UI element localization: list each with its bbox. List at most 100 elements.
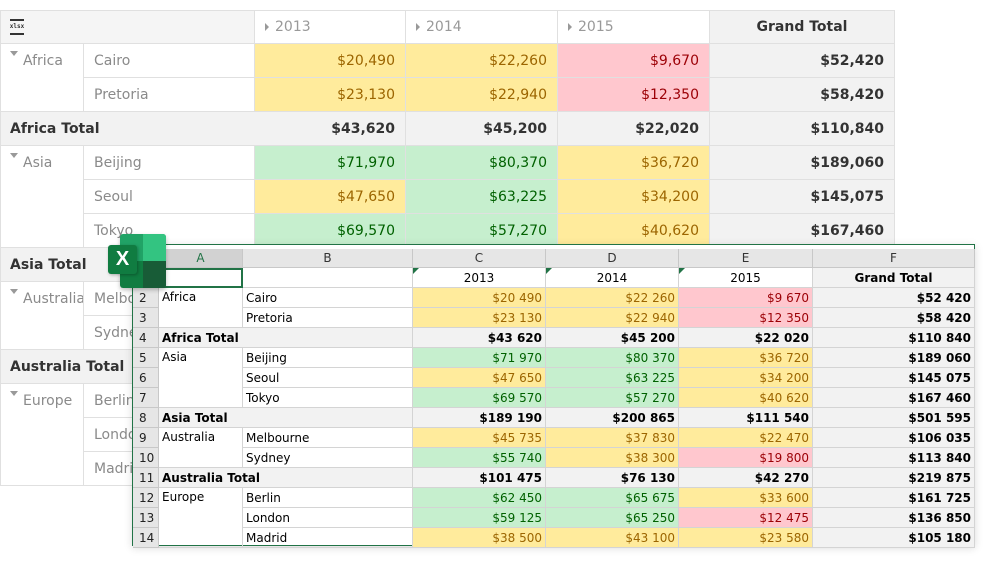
city-cell[interactable]: Sydney <box>243 448 413 468</box>
city-cell[interactable]: Berlin <box>243 488 413 508</box>
sales-cell[interactable]: $19 800 <box>679 448 813 468</box>
sales-cell[interactable]: $55 740 <box>413 448 546 468</box>
region-total-value[interactable]: $76 130 <box>546 468 679 488</box>
row-number[interactable]: 5 <box>133 348 159 368</box>
city-grand-total[interactable]: $167 460 <box>813 388 975 408</box>
row-number[interactable]: 2 <box>133 288 159 308</box>
city-cell[interactable]: Cairo <box>243 288 413 308</box>
region-total-value[interactable]: $101 475 <box>413 468 546 488</box>
row-number[interactable]: 3 <box>133 308 159 328</box>
header-cell[interactable]: 2015 <box>679 268 813 288</box>
row-number[interactable]: 11 <box>133 468 159 488</box>
city-grand-total[interactable]: $105 180 <box>813 528 975 548</box>
expand-arrow-icon[interactable] <box>416 23 420 31</box>
sales-cell[interactable]: $22 940 <box>546 308 679 328</box>
sales-cell[interactable]: $12 475 <box>679 508 813 528</box>
region-grand-total[interactable]: $219 875 <box>813 468 975 488</box>
city-cell[interactable]: Pretoria <box>243 308 413 328</box>
sales-cell[interactable]: $80 370 <box>546 348 679 368</box>
city-cell[interactable]: Seoul <box>243 368 413 388</box>
region-cell[interactable]: Europe <box>159 488 243 548</box>
row-number[interactable]: 9 <box>133 428 159 448</box>
export-to-excel-icon[interactable]: xlsx <box>10 19 24 35</box>
region-total-value[interactable]: $200 865 <box>546 408 679 428</box>
region-header-asia[interactable]: Asia <box>0 146 84 248</box>
city-cell[interactable]: Tokyo <box>243 388 413 408</box>
selected-cell-A1[interactable] <box>159 268 243 288</box>
sales-cell[interactable]: $37 830 <box>546 428 679 448</box>
city-cell[interactable]: Madrid <box>243 528 413 548</box>
region-total-value[interactable]: $22 020 <box>679 328 813 348</box>
sales-cell[interactable]: $63 225 <box>546 368 679 388</box>
region-total-value[interactable]: $189 190 <box>413 408 546 428</box>
region-total-value[interactable]: $43 620 <box>413 328 546 348</box>
sales-cell[interactable]: $23 130 <box>413 308 546 328</box>
expand-arrow-icon[interactable] <box>265 23 269 31</box>
city-cell[interactable]: Beijing <box>243 348 413 368</box>
column-letter-E[interactable]: E <box>679 249 813 268</box>
city-grand-total[interactable]: $113 840 <box>813 448 975 468</box>
row-number[interactable]: 13 <box>133 508 159 528</box>
header-cell[interactable] <box>243 268 413 288</box>
city-grand-total[interactable]: $136 850 <box>813 508 975 528</box>
sales-cell[interactable]: $12 350 <box>679 308 813 328</box>
row-number[interactable]: 7 <box>133 388 159 408</box>
column-header-2015[interactable]: 2015 <box>558 10 710 44</box>
header-cell[interactable]: Grand Total <box>813 268 975 288</box>
city-grand-total[interactable]: $189 060 <box>813 348 975 368</box>
sales-cell[interactable]: $40 620 <box>679 388 813 408</box>
row-number[interactable]: 6 <box>133 368 159 388</box>
sales-cell[interactable]: $9 670 <box>679 288 813 308</box>
region-total-label[interactable]: Asia Total <box>159 408 413 428</box>
city-grand-total[interactable]: $145 075 <box>813 368 975 388</box>
region-cell[interactable]: Africa <box>159 288 243 328</box>
region-total-value[interactable]: $42 270 <box>679 468 813 488</box>
collapse-arrow-icon[interactable] <box>10 289 18 294</box>
sales-cell[interactable]: $45 735 <box>413 428 546 448</box>
sales-cell[interactable]: $22 260 <box>546 288 679 308</box>
region-grand-total[interactable]: $110 840 <box>813 328 975 348</box>
sales-cell[interactable]: $43 100 <box>546 528 679 548</box>
sales-cell[interactable]: $65 675 <box>546 488 679 508</box>
expand-arrow-icon[interactable] <box>568 23 572 31</box>
sales-cell[interactable]: $65 250 <box>546 508 679 528</box>
header-cell[interactable]: 2013 <box>413 268 546 288</box>
sales-cell[interactable]: $22 470 <box>679 428 813 448</box>
city-grand-total[interactable]: $58 420 <box>813 308 975 328</box>
header-cell[interactable]: 2014 <box>546 268 679 288</box>
sales-cell[interactable]: $20 490 <box>413 288 546 308</box>
collapse-arrow-icon[interactable] <box>10 51 18 56</box>
region-header-africa[interactable]: Africa <box>0 44 84 112</box>
sales-cell[interactable]: $59 125 <box>413 508 546 528</box>
column-header-2013[interactable]: 2013 <box>255 10 406 44</box>
sales-cell[interactable]: $34 200 <box>679 368 813 388</box>
row-number[interactable]: 4 <box>133 328 159 348</box>
column-letter-C[interactable]: C <box>413 249 546 268</box>
row-number[interactable]: 14 <box>133 528 159 548</box>
region-header-australia[interactable]: Australia <box>0 282 84 350</box>
city-cell[interactable]: London <box>243 508 413 528</box>
sales-cell[interactable]: $38 300 <box>546 448 679 468</box>
column-letter-A[interactable]: A <box>159 249 243 268</box>
column-letter-D[interactable]: D <box>546 249 679 268</box>
region-header-europe[interactable]: Europe <box>0 384 84 486</box>
region-grand-total[interactable]: $501 595 <box>813 408 975 428</box>
sales-cell[interactable]: $71 970 <box>413 348 546 368</box>
region-total-label[interactable]: Australia Total <box>159 468 413 488</box>
region-total-label[interactable]: Africa Total <box>159 328 413 348</box>
row-number[interactable]: 10 <box>133 448 159 468</box>
row-number[interactable]: 12 <box>133 488 159 508</box>
city-cell[interactable]: Melbourne <box>243 428 413 448</box>
sales-cell[interactable]: $38 500 <box>413 528 546 548</box>
region-cell[interactable]: Asia <box>159 348 243 408</box>
row-number[interactable]: 8 <box>133 408 159 428</box>
column-header-2014[interactable]: 2014 <box>406 10 558 44</box>
column-letter-F[interactable]: F <box>813 249 975 268</box>
city-grand-total[interactable]: $106 035 <box>813 428 975 448</box>
sales-cell[interactable]: $62 450 <box>413 488 546 508</box>
region-total-value[interactable]: $45 200 <box>546 328 679 348</box>
city-grand-total[interactable]: $52 420 <box>813 288 975 308</box>
collapse-arrow-icon[interactable] <box>10 153 18 158</box>
sales-cell[interactable]: $47 650 <box>413 368 546 388</box>
sales-cell[interactable]: $57 270 <box>546 388 679 408</box>
